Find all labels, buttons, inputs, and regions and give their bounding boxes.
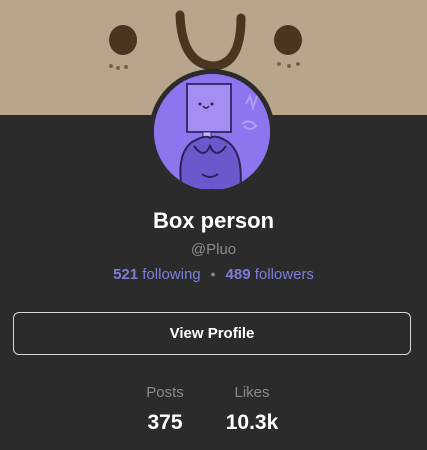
followers-link[interactable]: 489 followers (226, 266, 314, 283)
avatar[interactable] (154, 74, 270, 190)
posts-label: Posts (146, 384, 184, 401)
following-count: 521 (113, 266, 139, 283)
separator-dot: • (210, 266, 216, 282)
follow-stats: 521 following • 489 followers (0, 264, 427, 285)
posts-value: 375 (147, 411, 183, 434)
profile-card: Box person @Pluo 521 following • 489 follo… (0, 0, 427, 450)
view-profile-button[interactable]: View Profile (13, 312, 411, 355)
following-link[interactable]: 521 following (113, 266, 201, 283)
display-name: Box person (152, 208, 275, 233)
box-person-avatar-image (154, 74, 270, 190)
followers-label: followers (254, 266, 314, 283)
likes-stat: Likes 10.3k (217, 383, 287, 438)
posts-stat: Posts 375 (140, 383, 190, 438)
username-handle: @Pluo (190, 241, 237, 258)
likes-label: Likes (234, 384, 270, 401)
followers-count: 489 (225, 266, 251, 283)
likes-value: 10.3k (225, 411, 279, 434)
following-label: following (142, 266, 201, 283)
